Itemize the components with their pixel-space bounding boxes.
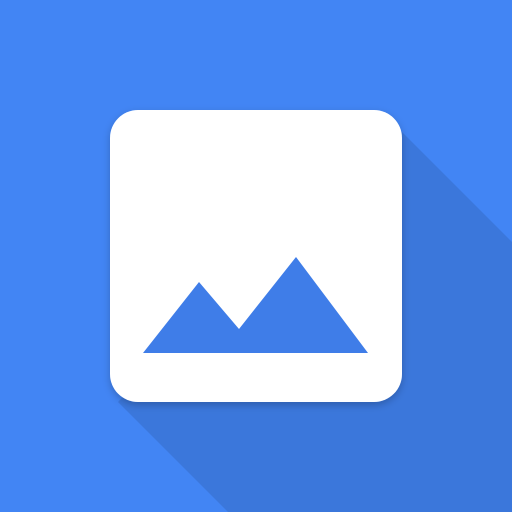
image-card — [110, 110, 402, 402]
gallery-app-icon — [0, 0, 512, 512]
app-icon — [0, 0, 512, 512]
